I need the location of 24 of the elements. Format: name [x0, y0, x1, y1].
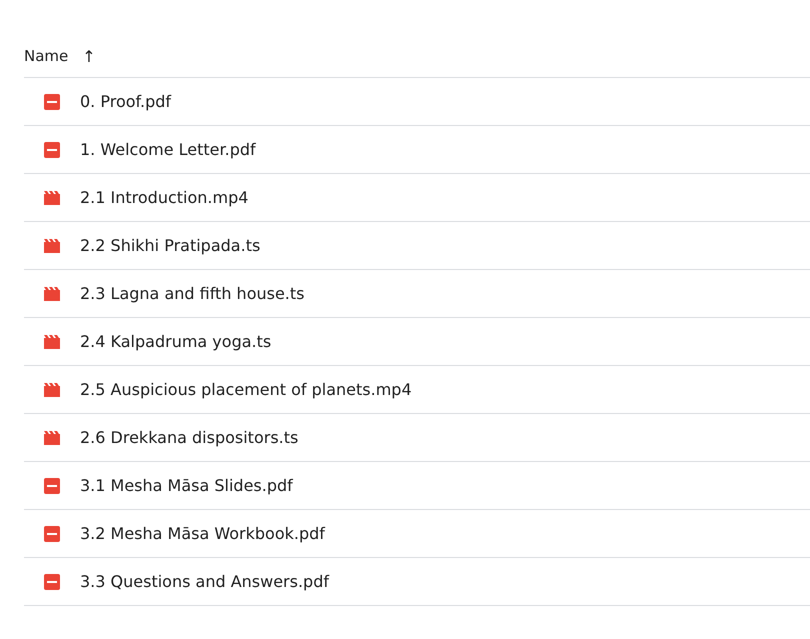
film-icon — [44, 190, 60, 204]
file-name[interactable]: 3.3 Questions and Answers.pdf — [80, 572, 329, 591]
file-name[interactable]: 3.2 Mesha Māsa Workbook.pdf — [80, 524, 325, 543]
file-name[interactable]: 3.1 Mesha Māsa Slides.pdf — [80, 476, 293, 495]
film-icon — [44, 430, 60, 444]
film-icon — [44, 286, 60, 300]
file-name[interactable]: 2.5 Auspicious placement of planets.mp4 — [80, 380, 412, 399]
pdf-file-icon — [44, 574, 60, 590]
film-icon — [44, 382, 60, 396]
file-name[interactable]: 1. Welcome Letter.pdf — [80, 140, 256, 159]
file-name[interactable]: 0. Proof.pdf — [80, 92, 172, 111]
file-name[interactable]: 2.2 Shikhi Pratipada.ts — [80, 236, 260, 255]
pdf-file-icon — [44, 526, 60, 542]
file-name[interactable]: 2.3 Lagna and fifth house.ts — [80, 284, 304, 303]
column-header[interactable]: Name — [24, 47, 68, 65]
pdf-file-icon — [44, 478, 60, 494]
file-name[interactable]: 2.1 Introduction.mp4 — [80, 188, 248, 207]
pdf-file-icon — [44, 142, 60, 158]
file-name[interactable]: 2.4 Kalpadruma yoga.ts — [80, 332, 272, 351]
film-icon — [44, 334, 60, 348]
sort-arrow-button[interactable]: ↑ — [82, 46, 96, 66]
pdf-file-icon — [44, 94, 60, 110]
film-icon — [44, 238, 60, 252]
file-name[interactable]: 2.6 Drekkana dispositors.ts — [80, 428, 298, 447]
